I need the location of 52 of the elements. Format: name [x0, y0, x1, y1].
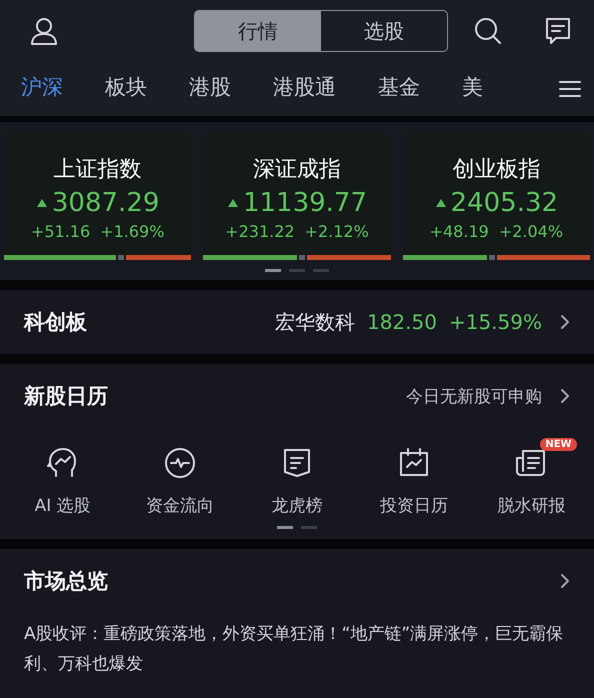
up-triangle-icon[interactable] [434, 198, 447, 208]
market-tab[interactable]: 基金 [367, 67, 431, 111]
chevron-icon[interactable] [560, 388, 570, 404]
shortcut-label: 资金流向 [146, 495, 214, 517]
shortcut[interactable]: NEW 脱水研报 [476, 436, 586, 517]
index-change: +231.22 [225, 222, 295, 241]
market-tab[interactable]: 港股 [178, 67, 242, 111]
user-icon[interactable] [28, 15, 60, 47]
section-title: 科创板 [24, 309, 87, 336]
index-change: +51.16 [30, 222, 90, 241]
up-triangle-icon[interactable] [36, 198, 48, 208]
shortcut[interactable]: AI 选股 [8, 436, 118, 517]
segment-tab[interactable]: 行情 [195, 11, 321, 51]
market-tab[interactable]: 美 [451, 67, 494, 111]
index-card[interactable]: 深证成指 11139.77 +231.22 +2.12% [203, 134, 391, 260]
index-percent: +1.69% [100, 222, 164, 241]
menu-icon[interactable] [558, 79, 582, 99]
index-name: 创业板指 [452, 156, 540, 184]
shortcut-label: 龙虎榜 [271, 495, 322, 517]
stock-price: 182.50 [366, 310, 437, 334]
index-value: 11139.77 [242, 188, 368, 218]
ipo-note[interactable]: 今日无新股可申购 [406, 384, 542, 408]
news-headline[interactable]: A股收评：重磅政策落地，外资买单狂涌！“地产链”满屏涨停，巨无霸保利、万科也爆发 [24, 619, 570, 679]
index-name: 上证指数 [54, 156, 142, 184]
stock-name[interactable]: 宏华数科 [274, 308, 355, 336]
shortcut[interactable]: 投资日历 [359, 436, 470, 517]
search-icon[interactable] [472, 15, 504, 47]
index-card[interactable]: 上证指数 3087.29 +51.16 +1.69% [4, 134, 192, 260]
section-title: 市场总览 [24, 568, 108, 595]
shortcut[interactable]: 龙虎榜 [242, 436, 352, 517]
market-tab[interactable]: 港股通 [262, 67, 347, 111]
pulse-circle-icon[interactable] [162, 446, 197, 480]
index-percent: +2.12% [304, 222, 369, 241]
index-value: 3087.29 [52, 188, 160, 218]
chevron-icon[interactable] [560, 573, 570, 589]
shortcut-label: 投资日历 [380, 495, 448, 517]
up-triangle-icon[interactable] [226, 198, 239, 208]
index-name: 深证成指 [252, 156, 341, 184]
index-card[interactable]: 创业板指 2405.32 +48.19 +2.04% [402, 134, 590, 260]
section-title: 新股日历 [24, 383, 108, 410]
shortcut-label: AI 选股 [34, 495, 91, 517]
stock-change: +15.59% [448, 310, 542, 334]
shortcut[interactable]: 资金流向 [124, 436, 235, 517]
shortcut-label: 脱水研报 [497, 495, 566, 517]
segment-tab[interactable]: 选股 [321, 11, 447, 51]
index-change: +48.19 [430, 222, 489, 241]
index-value: 2405.32 [450, 188, 558, 218]
segmented-control[interactable]: 行情 选股 [194, 10, 448, 52]
market-tab[interactable]: 板块 [94, 67, 158, 111]
index-percent: +2.04% [498, 222, 564, 241]
new-badge: NEW [540, 438, 577, 451]
chevron-icon[interactable] [560, 314, 570, 330]
